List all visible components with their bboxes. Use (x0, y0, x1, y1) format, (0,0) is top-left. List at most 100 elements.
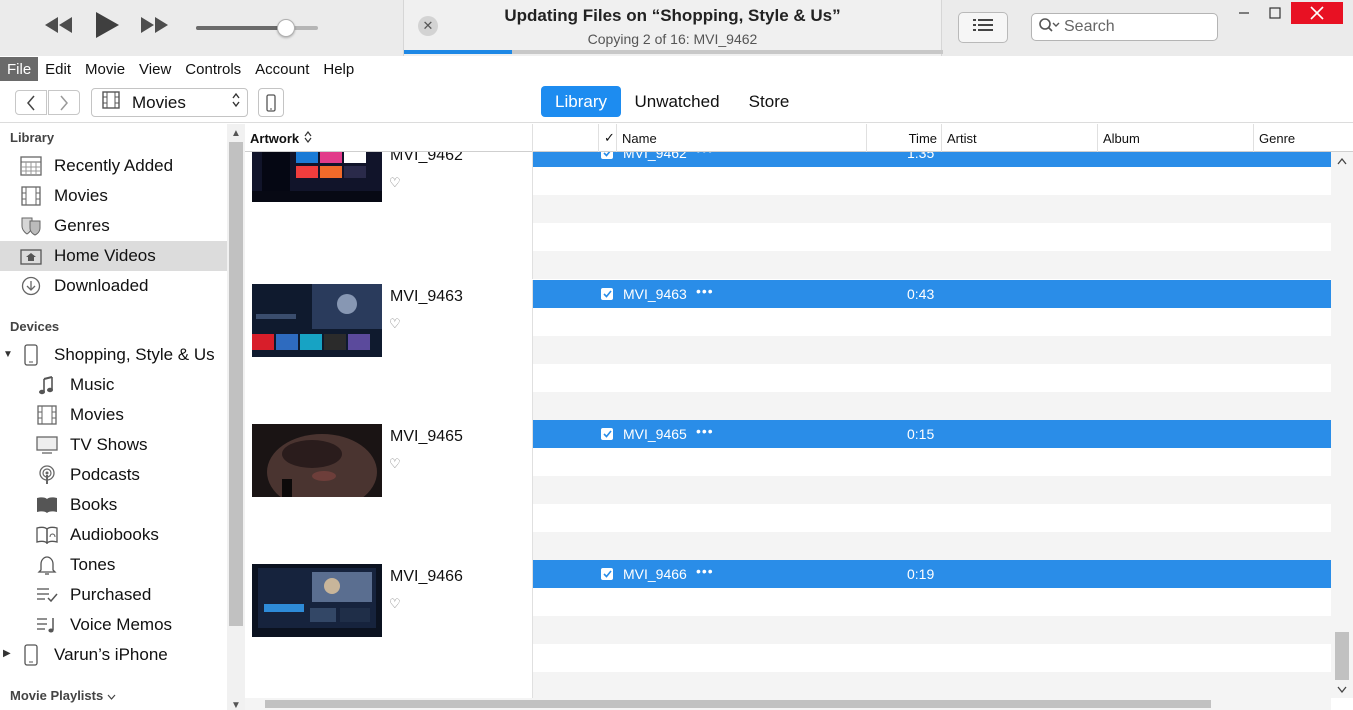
navigation-bar: Movies Library Unwatched Store (0, 82, 1353, 123)
scroll-up-arrow-icon[interactable]: ▲ (227, 126, 245, 140)
film-icon (18, 185, 44, 207)
iphone-icon (266, 93, 276, 112)
track-row[interactable]: MVI_9463 ••• 0:43 (533, 280, 1331, 308)
disclosure-triangle-open-icon[interactable]: ▼ (3, 349, 13, 360)
minimize-button[interactable] (1232, 2, 1256, 24)
sidebar-item-label: TV Shows (70, 435, 148, 454)
heart-icon[interactable]: ♡ (389, 596, 401, 612)
scroll-up-arrow-icon[interactable] (1333, 154, 1351, 168)
column-header-artist[interactable]: Artist (942, 124, 1098, 152)
checkbox-checked[interactable] (601, 288, 613, 300)
tab-unwatched[interactable]: Unwatched (626, 86, 728, 117)
search-input[interactable] (1064, 18, 1204, 36)
content-vertical-scrollbar[interactable] (1331, 152, 1353, 698)
sidebar-item-label: Recently Added (54, 156, 174, 175)
device-button[interactable] (258, 88, 284, 117)
sidebar-item-music[interactable]: Music (0, 370, 227, 400)
video-item[interactable]: MVI_9463 ♡ MVI_9463 ••• 0:43 (245, 280, 1331, 420)
heart-icon[interactable]: ♡ (389, 456, 401, 472)
content-scroll-thumb[interactable] (1335, 632, 1349, 680)
video-item[interactable]: MVI_9465 ♡ MVI_9465 ••• 0:15 (245, 420, 1331, 560)
sidebar-item-purchased[interactable]: Purchased (0, 580, 227, 610)
column-header-album[interactable]: Album (1098, 124, 1254, 152)
video-thumbnail[interactable] (252, 152, 382, 202)
track-row-empty (533, 588, 1331, 616)
forward-button[interactable] (48, 90, 80, 115)
menu-edit[interactable]: Edit (38, 57, 78, 81)
track-time: 0:15 (907, 426, 935, 442)
track-row[interactable]: MVI_9465 ••• 0:15 (533, 420, 1331, 448)
sidebar-item-home-videos[interactable]: Home Videos (0, 241, 227, 271)
sidebar-item-tv-shows[interactable]: TV Shows (0, 430, 227, 460)
sidebar-item-podcasts[interactable]: Podcasts (0, 460, 227, 490)
heart-icon[interactable]: ♡ (389, 175, 401, 191)
horizontal-scroll-thumb[interactable] (265, 700, 1211, 708)
video-thumbnail[interactable] (252, 564, 382, 637)
sidebar-item-books[interactable]: Books (0, 490, 227, 520)
play-button[interactable] (88, 11, 126, 43)
content-horizontal-scrollbar[interactable] (245, 698, 1331, 710)
column-header-artwork[interactable]: Artwork (245, 124, 533, 152)
menu-help[interactable]: Help (316, 57, 361, 81)
sidebar-item-downloaded[interactable]: Downloaded (0, 271, 227, 301)
checkbox-checked[interactable] (601, 428, 613, 440)
sidebar-item-device-shopping-style-us[interactable]: ▼ Shopping, Style & Us (0, 340, 227, 370)
menu-account[interactable]: Account (248, 57, 316, 81)
tab-store[interactable]: Store (740, 86, 798, 117)
video-item[interactable]: MVI_9466 ♡ MVI_9466 ••• 0:19 (245, 560, 1331, 698)
back-button[interactable] (15, 90, 47, 115)
scroll-down-arrow-icon[interactable]: ▼ (227, 698, 245, 710)
sidebar-item-device-varuns-iphone[interactable]: ▶ Varun’s iPhone (0, 640, 227, 670)
sidebar-item-tones[interactable]: Tones (0, 550, 227, 580)
track-row-empty (533, 532, 1331, 560)
chevron-right-icon (60, 95, 68, 110)
sidebar-item-device-movies[interactable]: Movies (0, 400, 227, 430)
more-options-icon[interactable]: ••• (696, 563, 714, 579)
close-window-button[interactable] (1291, 2, 1343, 24)
track-row[interactable]: MVI_9466 ••• 0:19 (533, 560, 1331, 588)
checkbox-checked[interactable] (601, 152, 613, 159)
iphone-icon (18, 644, 44, 666)
video-title: MVI_9465 (390, 428, 463, 445)
checkmark-icon (602, 570, 612, 578)
sidebar-item-movies[interactable]: Movies (0, 181, 227, 211)
heart-icon[interactable]: ♡ (389, 316, 401, 332)
sidebar-item-genres[interactable]: Genres (0, 211, 227, 241)
tab-library[interactable]: Library (541, 86, 621, 117)
volume-slider[interactable] (196, 19, 318, 37)
menu-controls[interactable]: Controls (178, 57, 248, 81)
column-header-check[interactable]: ✓ (599, 124, 617, 152)
fast-forward-icon (140, 16, 170, 39)
column-header-genre[interactable]: Genre (1254, 124, 1353, 152)
media-kind-select[interactable]: Movies (91, 88, 248, 117)
search-field[interactable] (1031, 13, 1218, 41)
sidebar-item-recently-added[interactable]: Recently Added (0, 151, 227, 181)
more-options-icon[interactable]: ••• (696, 152, 714, 158)
volume-slider-knob[interactable] (277, 19, 296, 37)
sidebar-heading-movie-playlists[interactable]: Movie Playlists (10, 686, 116, 704)
column-header-name[interactable]: Name (617, 124, 867, 152)
maximize-button[interactable] (1262, 2, 1288, 24)
artwork-cell: MVI_9466 ♡ (245, 560, 533, 698)
fast-forward-button[interactable] (136, 11, 174, 43)
menu-file[interactable]: File (0, 57, 39, 81)
more-options-icon[interactable]: ••• (696, 423, 714, 439)
sidebar-item-voice-memos[interactable]: Voice Memos (0, 610, 227, 640)
disclosure-triangle-closed-icon[interactable]: ▶ (3, 648, 11, 659)
sidebar-scrollbar[interactable]: ▲ ▼ (227, 124, 245, 710)
more-options-icon[interactable]: ••• (696, 283, 714, 299)
rewind-button[interactable] (40, 11, 78, 43)
column-header-time[interactable]: Time (867, 124, 942, 152)
video-item[interactable]: MVI_9462 ♡ MVI_9462 ••• 1:35 (245, 152, 1331, 279)
menu-movie[interactable]: Movie (78, 57, 132, 81)
music-note-icon (34, 374, 60, 396)
checkbox-checked[interactable] (601, 568, 613, 580)
track-row[interactable]: MVI_9462 ••• 1:35 (533, 152, 1331, 167)
scroll-down-arrow-icon[interactable] (1333, 682, 1351, 696)
video-thumbnail[interactable] (252, 424, 382, 497)
menu-view[interactable]: View (132, 57, 178, 81)
video-thumbnail[interactable] (252, 284, 382, 357)
up-next-list-button[interactable] (958, 12, 1008, 43)
sidebar-scroll-thumb[interactable] (229, 142, 243, 626)
sidebar-item-audiobooks[interactable]: Audiobooks (0, 520, 227, 550)
